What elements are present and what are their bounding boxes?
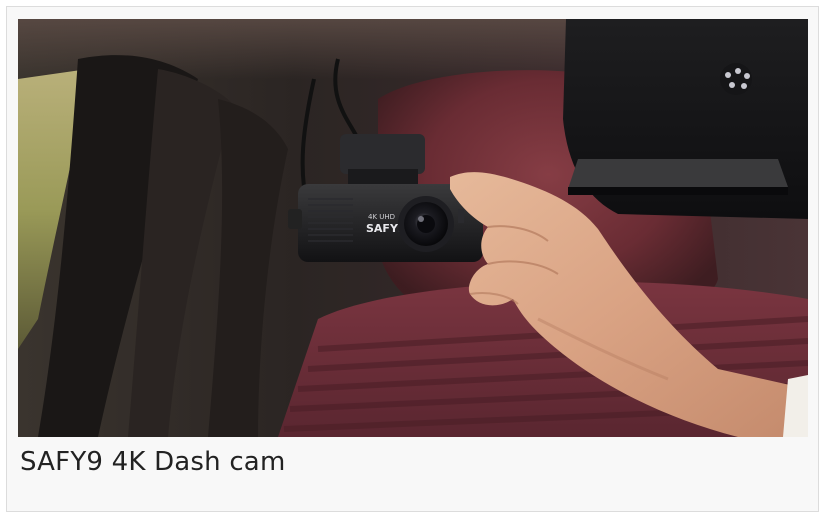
dash-camera: 4K UHD SAFY9	[288, 184, 483, 262]
dashcam-scene-illustration: 4K UHD SAFY9	[18, 19, 808, 437]
ir-led-cluster	[720, 63, 752, 95]
camera-label-top: 4K UHD	[368, 213, 395, 221]
image-card: 4K UHD SAFY9 SAFY9 4K Dash cam	[6, 6, 819, 512]
image-caption: SAFY9 4K Dash cam	[20, 447, 286, 477]
product-photo: 4K UHD SAFY9	[18, 19, 808, 437]
